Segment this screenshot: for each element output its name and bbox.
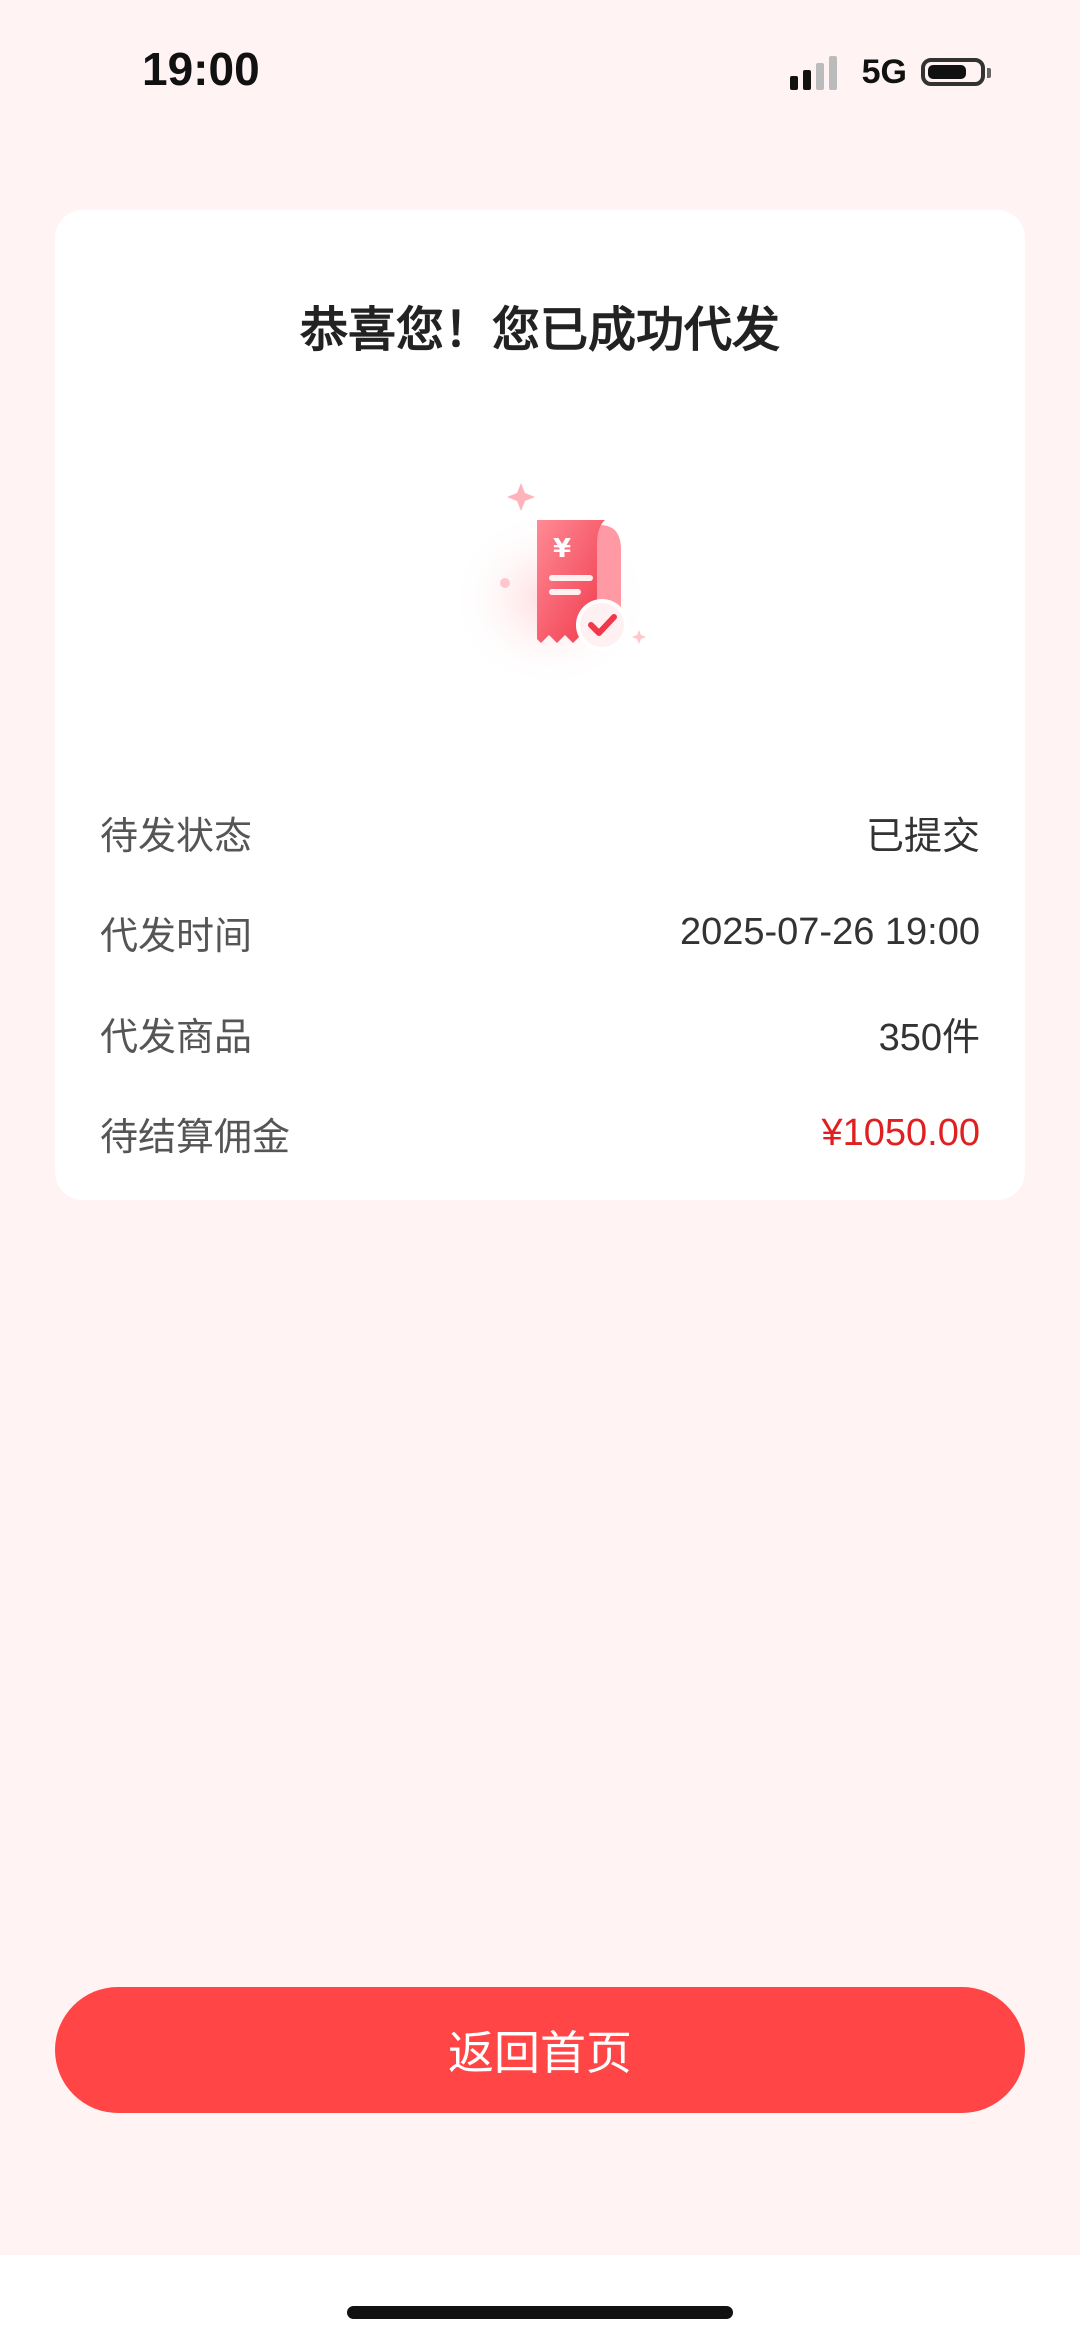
row-commission: 待结算佣金 ¥1050.00 (100, 1103, 980, 1163)
commission-value: ¥1050.00 (821, 1111, 981, 1154)
page-title: 恭喜您！您已成功代发 (299, 302, 780, 358)
bottom-safe-area (0, 2255, 1080, 2341)
row-value: 350件 (878, 1016, 980, 1059)
signal-icon (789, 54, 842, 90)
row-label: 待发状态 (100, 813, 253, 858)
network-label: 5G (861, 52, 907, 91)
receipt-check-icon: ¥ (425, 465, 676, 685)
row-value: 2025-07-26 19:00 (679, 910, 980, 953)
return-home-button[interactable]: 返回首页 (55, 1987, 1025, 2113)
row-status: 待发状态 已提交 (100, 802, 980, 862)
row-label: 待结算佣金 (100, 1114, 291, 1159)
home-indicator[interactable] (347, 2306, 733, 2319)
row-label: 代发商品 (100, 1014, 253, 1059)
row-time: 代发时间 2025-07-26 19:00 (100, 902, 980, 962)
row-products: 代发商品 350件 (100, 1003, 980, 1063)
status-time: 19:00 (142, 43, 260, 95)
success-screen: 19:00 5G 恭喜您！您已成功代发 ¥ 待发状态 已提交 代发时间 2025… (0, 0, 1080, 2341)
result-card: 恭喜您！您已成功代发 ¥ 待发状态 已提交 代发时间 2025-07-26 19… (55, 210, 1025, 1200)
svg-text:¥: ¥ (553, 534, 571, 564)
status-indicators: 5G (789, 52, 991, 92)
row-value: 已提交 (865, 815, 980, 858)
battery-icon (921, 58, 991, 86)
row-label: 代发时间 (100, 913, 253, 958)
status-bar: 19:00 5G (0, 0, 1080, 140)
